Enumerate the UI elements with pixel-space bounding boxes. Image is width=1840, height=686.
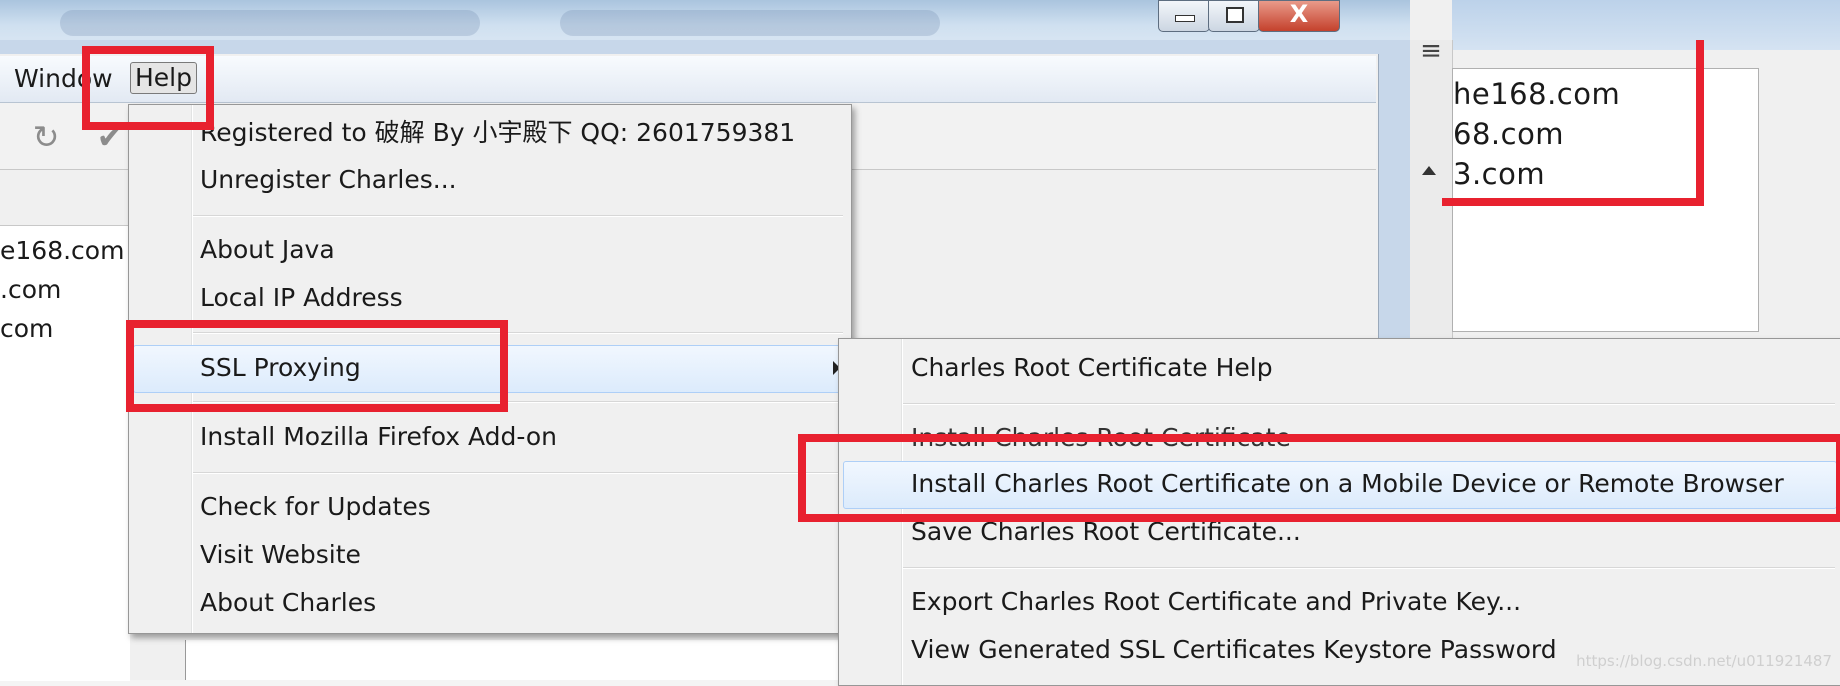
host-item[interactable]: .com [0, 275, 61, 304]
host-item[interactable]: com [0, 314, 53, 343]
menu-item-install-firefox[interactable]: Install Mozilla Firefox Add-on [200, 415, 557, 459]
close-button[interactable]: X [1258, 0, 1340, 32]
minimize-icon [1175, 15, 1195, 22]
refresh-icon[interactable]: ↻ [28, 119, 64, 155]
maximize-icon [1226, 7, 1244, 23]
menu-item-local-ip[interactable]: Local IP Address [200, 276, 403, 320]
menu-separator [903, 567, 1835, 569]
menu-item-export-key[interactable]: Export Charles Root Certificate and Priv… [911, 580, 1521, 624]
menu-item-about-java[interactable]: About Java [200, 228, 335, 272]
scroll-up-icon[interactable] [1422, 166, 1436, 175]
menu-separator [193, 215, 843, 217]
menu-item-registered: Registered to 破解 By 小宇殿下 QQ: 2601759381 [200, 118, 796, 147]
host-item[interactable]: e168.com [0, 236, 124, 265]
blur-streak [560, 10, 940, 36]
annotation-box-help [82, 46, 214, 130]
host-list-panel: e168.com .com com [0, 225, 130, 681]
menu-item-view-keystore[interactable]: View Generated SSL Certificates Keystore… [911, 628, 1557, 672]
menu-item-check-updates[interactable]: Check for Updates [200, 485, 431, 529]
menu-item-unregister[interactable]: Unregister Charles... [200, 158, 457, 202]
menu-item-about-charles[interactable]: About Charles [200, 581, 376, 625]
minimize-button[interactable] [1158, 0, 1210, 32]
blur-streak [60, 10, 480, 36]
annotation-box-install-mobile [798, 434, 1840, 522]
close-icon: X [1289, 0, 1309, 28]
menu-item-root-cert-help[interactable]: Charles Root Certificate Help [911, 346, 1273, 390]
menu-item-visit-website[interactable]: Visit Website [200, 533, 361, 577]
menu-separator [193, 472, 843, 474]
annotation-box-ssl-proxying [126, 320, 508, 412]
watermark: https://blog.csdn.net/u011921487 [1576, 652, 1832, 670]
annotation-box-hosts [1442, 40, 1704, 206]
window-controls: X [1158, 0, 1380, 32]
maximize-button[interactable] [1208, 0, 1260, 32]
menu-separator [903, 403, 1835, 405]
